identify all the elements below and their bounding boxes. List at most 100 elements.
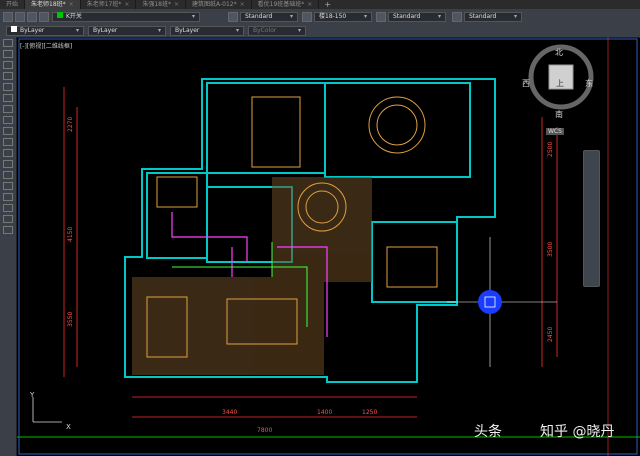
ucs-y-label: Y [30,391,35,399]
ellipse-arc-tool-icon[interactable] [3,138,13,146]
plotstyle-dropdown[interactable]: ByColor ▾ [248,26,306,36]
arc-tool-icon[interactable] [3,72,13,80]
spline-tool-icon[interactable] [3,116,13,124]
table-style-icon[interactable] [376,12,386,22]
layer-dropdown[interactable]: K开关 ▾ [52,12,200,22]
multileader-style-value: Standard [469,13,497,20]
tab-drawing-2[interactable]: 朱老师17班* × [81,0,137,9]
lineweight-value: ByLayer [175,27,200,34]
dim-text: 1400 [317,409,332,416]
dim-text: 2270 [67,117,74,132]
tab-drawing-3[interactable]: 朱强18班* × [136,0,187,9]
navigation-bar[interactable] [583,150,600,287]
chevron-down-icon: ▾ [191,13,195,20]
draw-tool-palette [0,37,17,456]
tab-drawing-4[interactable]: 建筑图纸A-012* × [186,0,252,9]
dim-style-value: 楼18-150 [319,13,347,20]
chevron-down-icon: ▾ [75,27,79,34]
color-value: ByLayer [20,27,45,34]
color-dropdown[interactable]: ByLayer ▾ [6,26,84,36]
close-icon[interactable]: × [240,0,245,9]
viewcube-top-face[interactable]: 上 [556,78,564,89]
compass-north[interactable]: 北 [555,47,563,58]
drawing-canvas[interactable]: 2270 4150 3550 3440 1400 1250 7800 2500 … [17,37,640,456]
properties-toolbar: K开关 ▾ Standard ▾ 楼18-150 ▾ Standard ▾ Stand… [0,9,640,38]
document-tab-bar: 开始 朱老师18班* × 朱老师17班* × 朱强18班* × 建筑图纸A-012* ×… [0,0,640,9]
dim-text: 4150 [67,227,74,242]
dim-text: 1250 [362,409,377,416]
chevron-down-icon: ▾ [289,13,293,20]
lineweight-dropdown[interactable]: ByLayer ▾ [170,26,244,36]
dimension-style-dropdown[interactable]: 楼18-150 ▾ [314,12,372,22]
close-icon[interactable]: × [124,0,129,9]
mtext-tool-icon[interactable] [3,226,13,234]
viewport-label[interactable]: [-][俯视][二维线框] [20,41,72,50]
tab-label: 朱老师17班* [86,1,122,8]
chevron-down-icon: ▾ [297,27,301,34]
compass-west[interactable]: 西 [522,78,530,89]
new-tab-plus-icon[interactable]: + [319,0,336,9]
dim-text: 2450 [547,327,554,342]
tab-label: 建筑图纸A-012* [192,1,237,8]
polyline-tool-icon[interactable] [3,50,13,58]
rectangle-tool-icon[interactable] [3,83,13,91]
ellipse-tool-icon[interactable] [3,127,13,135]
crosshair-cursor [447,237,557,367]
multileader-style-icon[interactable] [452,12,462,22]
layer-color-swatch-icon [57,12,63,18]
region-tool-icon[interactable] [3,204,13,212]
point-tool-icon[interactable] [3,171,13,179]
text-style-value: Standard [245,13,273,20]
compass-south[interactable]: 南 [555,109,563,120]
tab-start[interactable]: 开始 [0,0,26,9]
polygon-tool-icon[interactable] [3,94,13,102]
dimension-style-icon[interactable] [302,12,312,22]
wcs-menu[interactable]: WCS [546,128,564,135]
chevron-down-icon: ▾ [363,13,367,20]
color-swatch-icon [11,26,17,32]
table-style-value: Standard [393,13,421,20]
close-icon[interactable]: × [174,0,179,9]
linetype-dropdown[interactable]: ByLayer ▾ [88,26,166,36]
compass-east[interactable]: 东 [585,78,593,89]
line-tool-icon[interactable] [3,39,13,47]
chevron-down-icon: ▾ [157,27,161,34]
plotstyle-value: ByColor [253,27,277,34]
ucs-x-label: X [66,423,71,431]
layer-name: K开关 [66,13,82,20]
tab-label: 朱强18班* [142,1,171,8]
close-icon[interactable]: × [307,0,312,9]
text-style-icon[interactable] [228,12,238,22]
sun-icon[interactable] [27,12,37,22]
tab-label: 朱老师18班* [31,1,66,8]
hatch-tool-icon[interactable] [3,182,13,190]
tab-drawing-5[interactable]: 看优19班基础班* × [252,0,320,9]
tab-label: 看优19班基础班* [257,1,305,8]
watermark-left: 头条 [474,424,502,440]
chevron-down-icon: ▾ [437,13,441,20]
tab-drawing-1[interactable]: 朱老师18班* × [25,0,81,9]
tab-label: 开始 [6,1,19,8]
chevron-down-icon: ▾ [513,13,517,20]
lock-icon[interactable] [39,12,49,22]
circle-tool-icon[interactable] [3,61,13,69]
chevron-down-icon: ▾ [235,27,239,34]
dim-text: 2500 [547,142,554,157]
insert-block-tool-icon[interactable] [3,149,13,157]
layer-properties-icon[interactable] [3,12,13,22]
dim-text: 7800 [257,427,272,434]
revcloud-tool-icon[interactable] [3,105,13,113]
close-icon[interactable]: × [69,0,74,9]
dim-text: 3550 [67,312,74,327]
dim-text: 3500 [547,242,554,257]
ucs-icon [32,397,62,423]
table-tool-icon[interactable] [3,215,13,223]
lightbulb-icon[interactable] [15,12,25,22]
watermark-right: 知乎 @晓丹 [540,424,615,440]
gradient-tool-icon[interactable] [3,193,13,201]
linetype-value: ByLayer [93,27,118,34]
text-style-dropdown[interactable]: Standard ▾ [240,12,298,22]
make-block-tool-icon[interactable] [3,160,13,168]
table-style-dropdown[interactable]: Standard ▾ [388,12,446,22]
multileader-style-dropdown[interactable]: Standard ▾ [464,12,522,22]
